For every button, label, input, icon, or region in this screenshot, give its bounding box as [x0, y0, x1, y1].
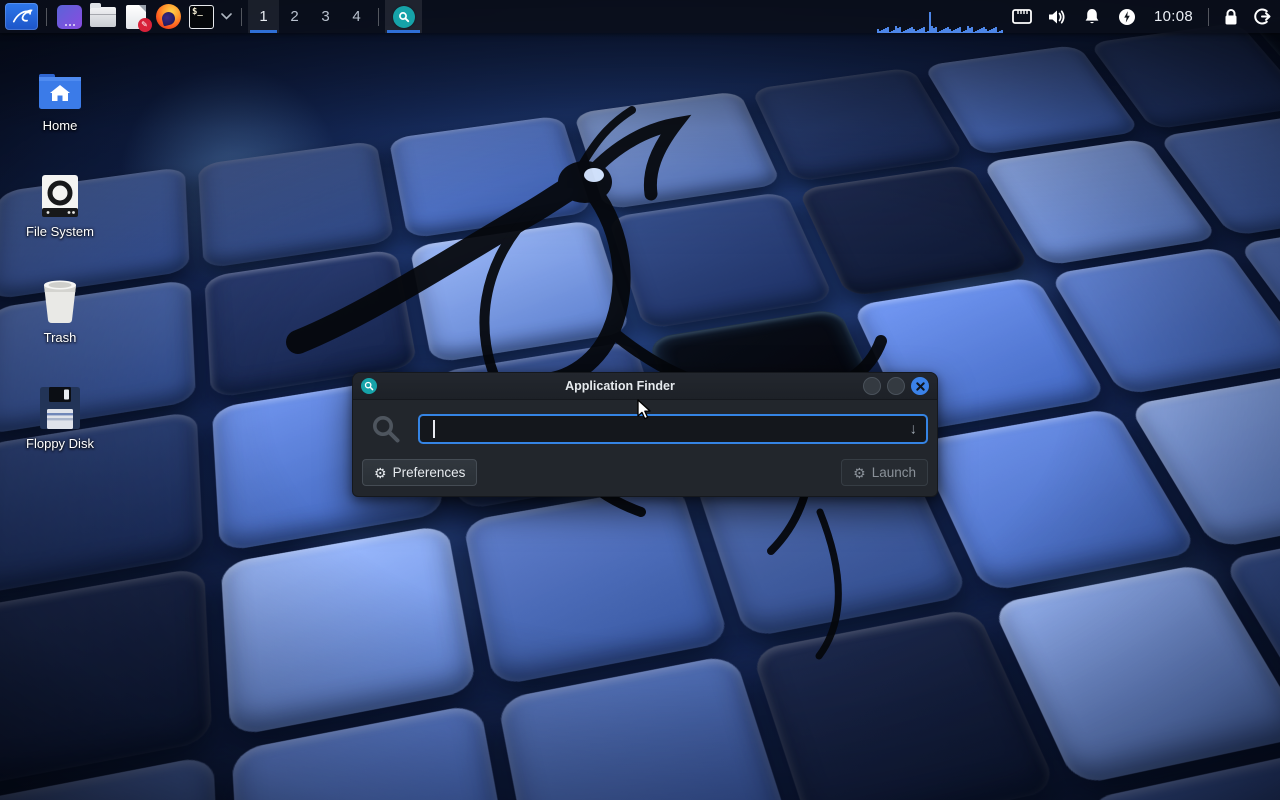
- taskbar-application-finder[interactable]: [385, 0, 422, 33]
- window-title: Application Finder: [377, 379, 863, 393]
- panel-separator: [46, 8, 47, 26]
- power-manager-icon: [1118, 8, 1136, 26]
- desktop-icon-trash[interactable]: Trash: [8, 262, 112, 368]
- desktop-icon-file-system[interactable]: File System: [8, 156, 112, 262]
- wallpaper-cube: [0, 567, 212, 791]
- app-finder-icon: [393, 6, 415, 28]
- lock-icon: [1223, 8, 1239, 26]
- launcher-text-editor[interactable]: ✎: [119, 0, 152, 33]
- launcher-show-desktop[interactable]: [53, 0, 86, 33]
- text-caret: [433, 420, 435, 438]
- search-icon: [371, 414, 401, 444]
- logout-button[interactable]: [1246, 0, 1277, 33]
- volume-tray-button[interactable]: [1040, 0, 1075, 33]
- notifications-tray-button[interactable]: [1075, 0, 1110, 33]
- panel-separator: [378, 8, 379, 26]
- desktop-icon: [57, 5, 82, 29]
- load-graph-bar: [1001, 30, 1003, 33]
- volume-icon: [1048, 9, 1066, 25]
- launch-button-label: Launch: [872, 465, 916, 480]
- app-finder-icon: [361, 378, 377, 394]
- lock-screen-button[interactable]: [1215, 0, 1246, 33]
- edit-badge-icon: ✎: [138, 18, 152, 32]
- launcher-terminal[interactable]: $_: [185, 0, 218, 33]
- launcher-firefox[interactable]: [152, 0, 185, 33]
- desktop-icon-home[interactable]: Home: [8, 50, 112, 156]
- terminal-dropdown-button[interactable]: [218, 0, 235, 33]
- close-button[interactable]: [911, 377, 929, 395]
- trash-icon: [40, 262, 80, 324]
- chevron-down-icon: [221, 13, 232, 20]
- launch-button[interactable]: ⚙ Launch: [841, 459, 928, 486]
- document-edit-icon: ✎: [126, 5, 146, 29]
- desktop-icon-floppy-disk[interactable]: Floppy Disk: [8, 368, 112, 474]
- network-tray-button[interactable]: [1005, 0, 1040, 33]
- search-field: ↓: [418, 414, 928, 444]
- applications-menu-button[interactable]: [5, 3, 38, 30]
- close-icon: [916, 382, 925, 391]
- run-icon: ⚙: [853, 466, 866, 480]
- power-manager-tray-button[interactable]: [1110, 0, 1145, 33]
- logout-icon: [1253, 8, 1271, 25]
- desktop-icon-label: Trash: [44, 330, 77, 345]
- titlebar[interactable]: Application Finder: [353, 373, 937, 400]
- floppy-disk-icon: [39, 368, 81, 430]
- desktop-icon-label: Home: [43, 118, 78, 133]
- notifications-bell-icon: [1084, 8, 1100, 25]
- search-input[interactable]: [420, 416, 926, 442]
- minimize-button[interactable]: [863, 377, 881, 395]
- desktop-icon-column: Home File System Trash: [8, 50, 112, 474]
- clock[interactable]: 10:08: [1145, 8, 1202, 25]
- terminal-icon: $_: [189, 5, 214, 29]
- home-folder-icon: [37, 50, 83, 112]
- dropdown-arrow-icon[interactable]: ↓: [910, 422, 918, 437]
- maximize-button[interactable]: [887, 377, 905, 395]
- preferences-button[interactable]: ⚙ Preferences: [362, 459, 477, 486]
- top-panel: ✎ $_ 1 2 3 4: [0, 0, 1280, 33]
- workspace-2-button[interactable]: 2: [279, 0, 310, 33]
- gear-icon: ⚙: [374, 466, 387, 480]
- system-load-graph[interactable]: [877, 0, 1005, 34]
- firefox-icon: [156, 4, 181, 29]
- preferences-button-label: Preferences: [393, 465, 466, 480]
- workspace-3-button[interactable]: 3: [310, 0, 341, 33]
- launcher-file-manager[interactable]: [86, 0, 119, 33]
- panel-separator: [241, 8, 242, 26]
- desktop-icon-label: File System: [26, 224, 94, 239]
- application-finder-window: Application Finder ↓ ⚙ Preferences ⚙ Lau…: [352, 372, 938, 497]
- workspace-1-button[interactable]: 1: [248, 0, 279, 33]
- folder-icon: [90, 7, 116, 27]
- network-icon: [1012, 9, 1032, 24]
- panel-separator: [1208, 8, 1209, 26]
- filesystem-drive-icon: [40, 156, 80, 218]
- workspace-4-button[interactable]: 4: [341, 0, 372, 33]
- desktop-icon-label: Floppy Disk: [26, 436, 94, 451]
- kali-dragon-icon: [11, 6, 33, 28]
